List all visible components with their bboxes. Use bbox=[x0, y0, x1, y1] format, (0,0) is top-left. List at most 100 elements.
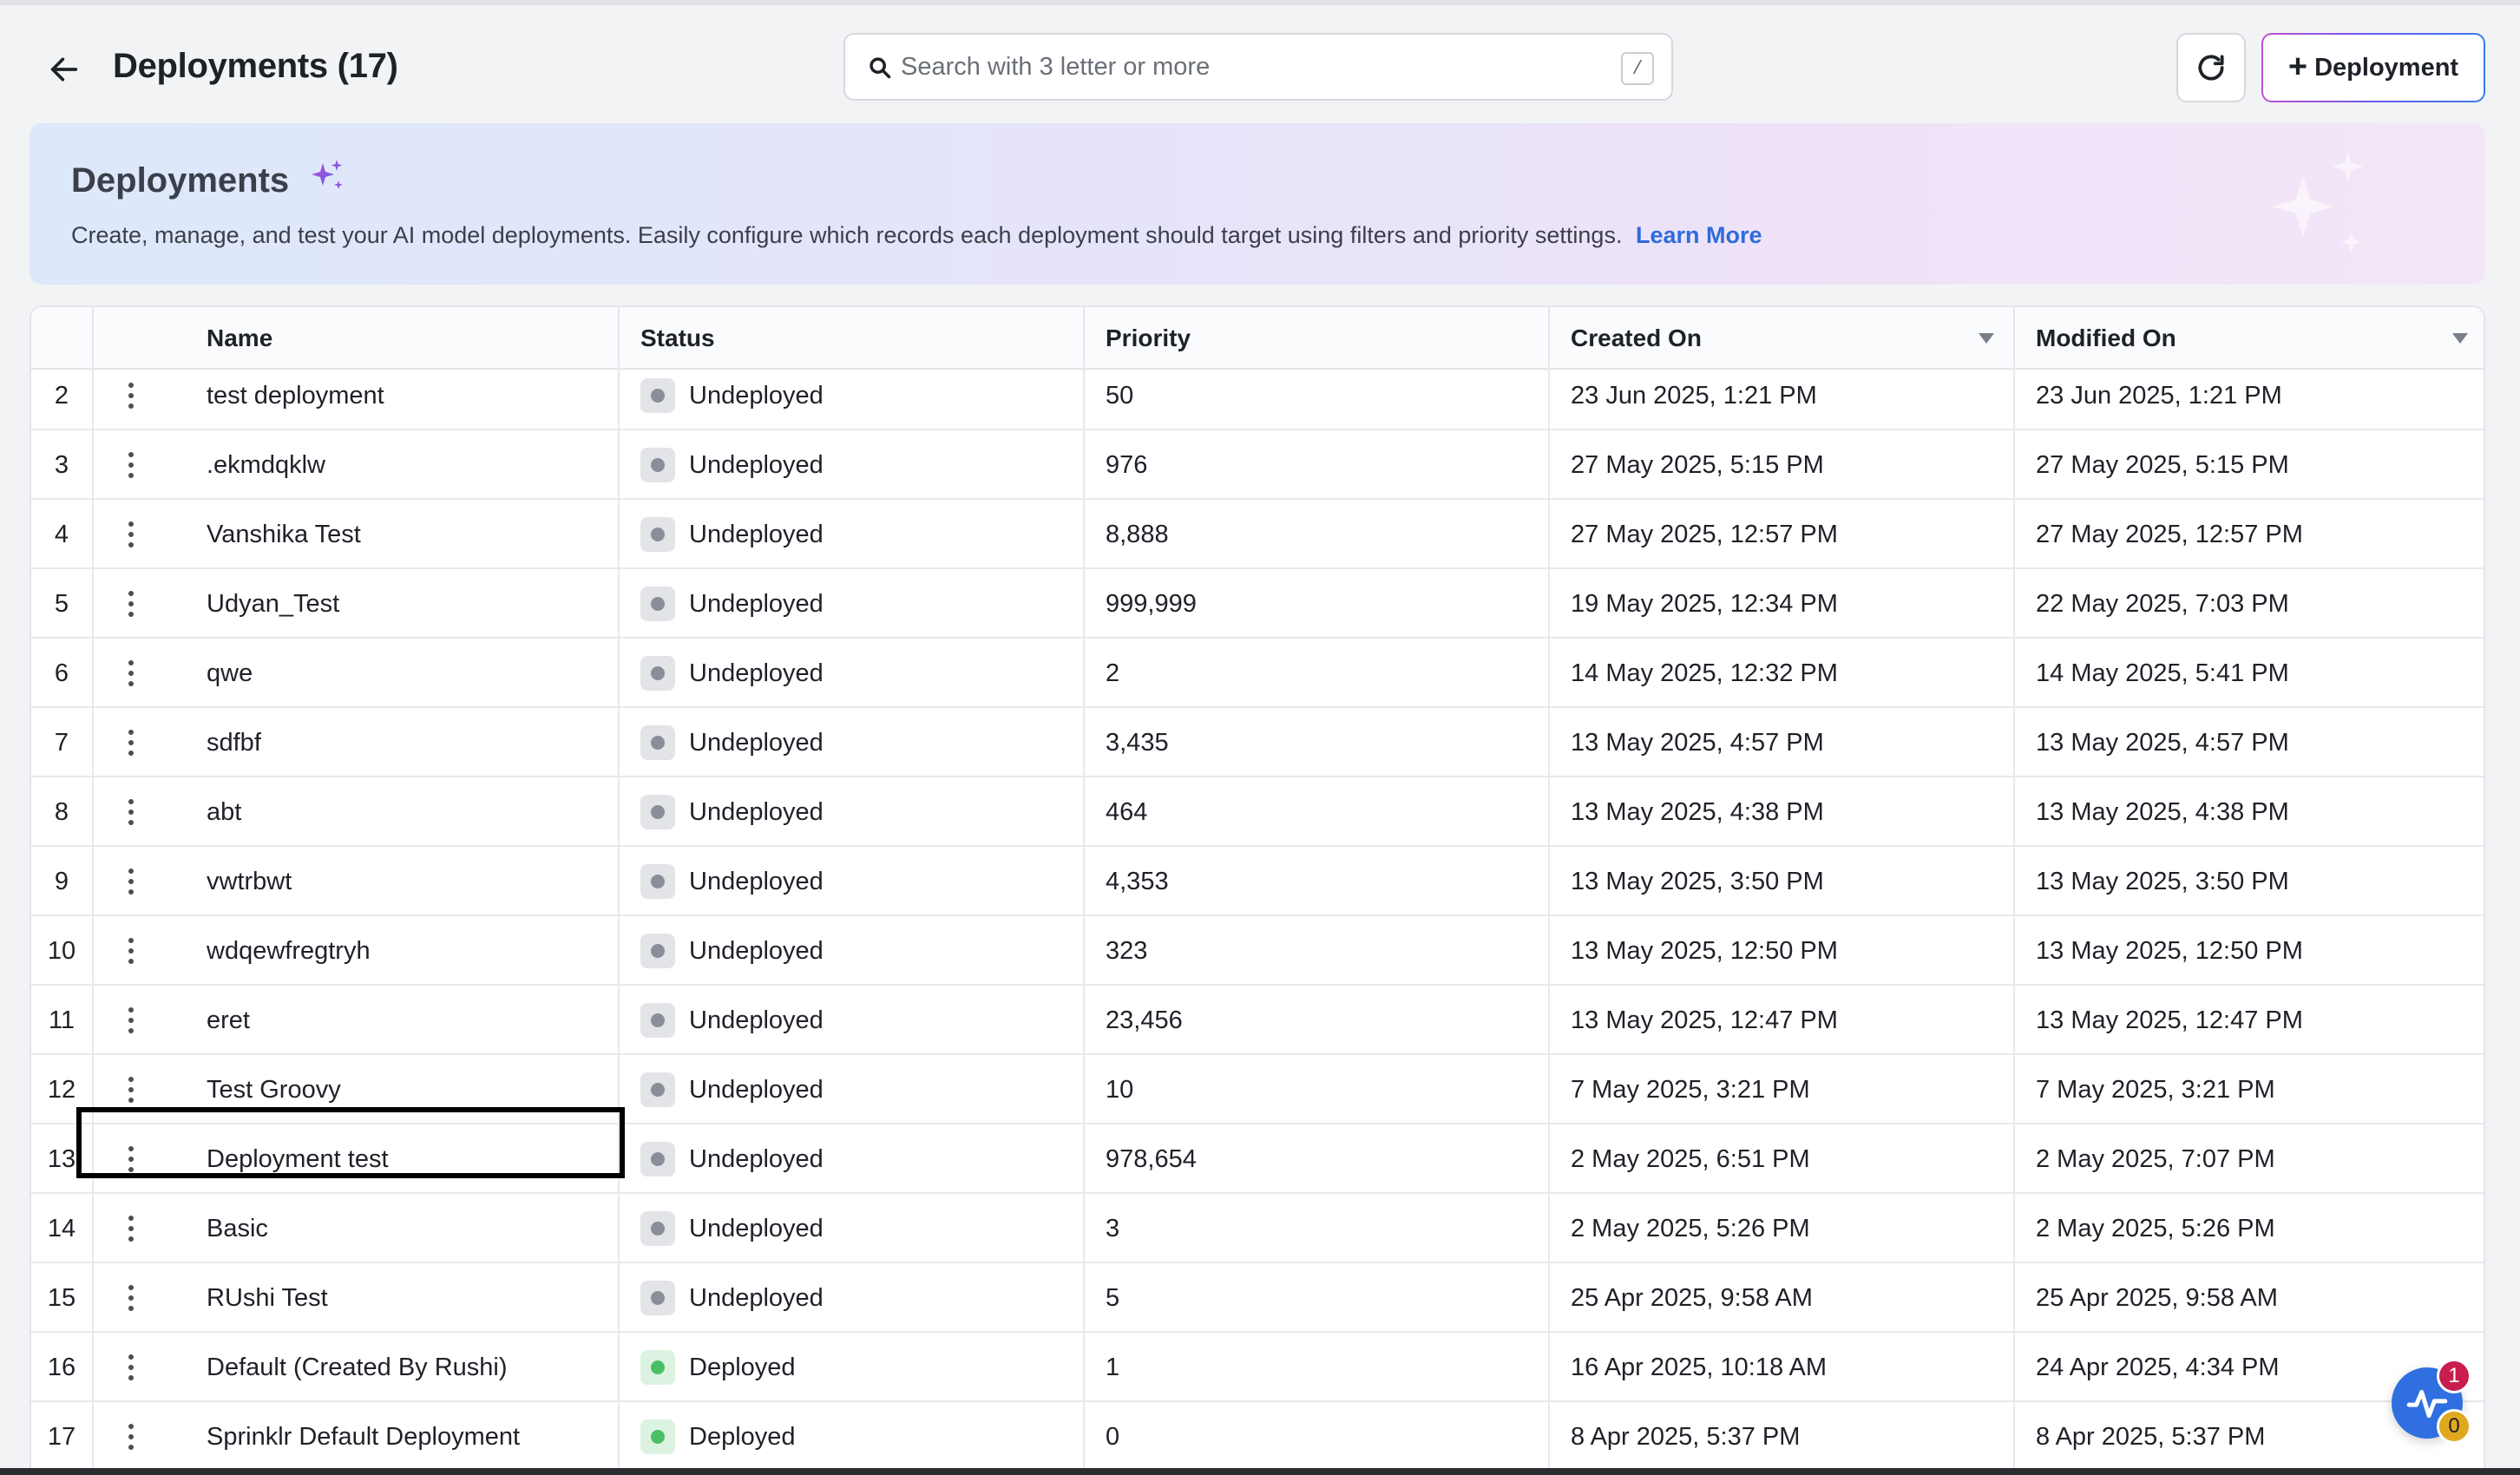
kebab-menu-icon[interactable] bbox=[121, 862, 141, 901]
table-row[interactable]: 12 Test Groovy Undeployed 10 7 May 2025, 3:2… bbox=[31, 1055, 2484, 1124]
kebab-menu-icon[interactable] bbox=[121, 584, 141, 624]
row-status: Undeployed bbox=[620, 361, 1085, 430]
row-name[interactable]: Test Groovy bbox=[168, 1055, 620, 1124]
page-header: Deployments (17) / + Deployment bbox=[0, 5, 2520, 121]
row-modified-on: 23 Jun 2025, 1:21 PM bbox=[2036, 381, 2282, 410]
row-actions-cell bbox=[94, 1402, 168, 1472]
row-actions-cell bbox=[94, 569, 168, 639]
row-index: 6 bbox=[31, 639, 94, 708]
row-name[interactable]: qwe bbox=[168, 639, 620, 708]
status-dot-icon bbox=[640, 1419, 675, 1454]
table-row[interactable]: 13 Deployment test Undeployed 978,654 2 May … bbox=[31, 1124, 2484, 1194]
add-deployment-button[interactable]: + Deployment bbox=[2261, 33, 2485, 102]
row-name[interactable]: Vanshika Test bbox=[168, 500, 620, 569]
status-label: Undeployed bbox=[689, 450, 824, 479]
row-actions-cell bbox=[94, 777, 168, 847]
row-name[interactable]: Udyan_Test bbox=[168, 569, 620, 639]
kebab-menu-icon[interactable] bbox=[121, 1417, 141, 1457]
row-priority: 50 bbox=[1085, 361, 1550, 430]
kebab-menu-icon[interactable] bbox=[121, 1347, 141, 1387]
kebab-menu-icon[interactable] bbox=[121, 376, 141, 416]
kebab-menu-icon[interactable] bbox=[121, 792, 141, 832]
row-modified-on: 2 May 2025, 7:07 PM bbox=[2036, 1144, 2275, 1173]
row-name[interactable]: Basic bbox=[168, 1194, 620, 1263]
status-label: Undeployed bbox=[689, 1144, 824, 1173]
refresh-button[interactable] bbox=[2176, 33, 2246, 102]
row-status: Undeployed bbox=[620, 1124, 1085, 1194]
row-name[interactable]: sdfbf bbox=[168, 708, 620, 777]
table-row[interactable]: 17 Sprinklr Default Deployment Deployed 0 8 … bbox=[31, 1402, 2484, 1472]
status-dot-icon bbox=[640, 795, 675, 829]
caret-down-icon[interactable] bbox=[1977, 331, 1996, 345]
row-created-on: 13 May 2025, 12:47 PM bbox=[1550, 986, 2015, 1055]
row-name[interactable]: abt bbox=[168, 777, 620, 847]
row-actions-cell bbox=[94, 1263, 168, 1333]
table-row[interactable]: 4 Vanshika Test Undeployed 8,888 27 May 2025… bbox=[31, 500, 2484, 569]
row-name[interactable]: RUshi Test bbox=[168, 1263, 620, 1333]
row-status: Undeployed bbox=[620, 777, 1085, 847]
table-row[interactable]: 7 sdfbf Undeployed 3,435 13 May 2025, 4:57 P… bbox=[31, 708, 2484, 777]
back-button[interactable] bbox=[40, 45, 89, 94]
kebab-menu-icon[interactable] bbox=[121, 1139, 141, 1179]
row-status: Undeployed bbox=[620, 708, 1085, 777]
row-index: 11 bbox=[31, 986, 94, 1055]
row-created-on: 13 May 2025, 4:38 PM bbox=[1550, 777, 2015, 847]
status-dot-icon bbox=[640, 1281, 675, 1315]
row-name[interactable]: test deployment bbox=[168, 361, 620, 430]
table-row[interactable]: 16 Default (Created By Rushi) Deployed 1 16 … bbox=[31, 1333, 2484, 1402]
banner-description: Create, manage, and test your AI model d… bbox=[71, 222, 1762, 249]
row-name[interactable]: Default (Created By Rushi) bbox=[168, 1333, 620, 1402]
row-modified-on: 7 May 2025, 3:21 PM bbox=[2036, 1075, 2275, 1104]
kebab-menu-icon[interactable] bbox=[121, 1209, 141, 1249]
table-row[interactable]: 5 Udyan_Test Undeployed 999,999 19 May 2025,… bbox=[31, 569, 2484, 639]
kebab-menu-icon[interactable] bbox=[121, 1278, 141, 1318]
row-status: Undeployed bbox=[620, 847, 1085, 916]
kebab-menu-icon[interactable] bbox=[121, 445, 141, 485]
row-index: 10 bbox=[31, 916, 94, 986]
kebab-menu-icon[interactable] bbox=[121, 723, 141, 763]
table-row[interactable]: 3 .ekmdqklw Undeployed 976 27 May 2025, 5:15… bbox=[31, 430, 2484, 500]
status-label: Undeployed bbox=[689, 659, 824, 687]
row-priority: 1 bbox=[1085, 1333, 1550, 1402]
row-status: Undeployed bbox=[620, 1263, 1085, 1333]
row-created-on: 16 Apr 2025, 10:18 AM bbox=[1550, 1333, 2015, 1402]
row-actions-cell bbox=[94, 361, 168, 430]
row-status: Undeployed bbox=[620, 1194, 1085, 1263]
row-name[interactable]: wdqewfregtryh bbox=[168, 916, 620, 986]
table-row[interactable]: 2 test deployment Undeployed 50 23 Jun 2025,… bbox=[31, 361, 2484, 430]
row-priority: 976 bbox=[1085, 430, 1550, 500]
row-actions-cell bbox=[94, 430, 168, 500]
row-index: 14 bbox=[31, 1194, 94, 1263]
row-name[interactable]: eret bbox=[168, 986, 620, 1055]
table-row[interactable]: 11 eret Undeployed 23,456 13 May 2025, 12:47… bbox=[31, 986, 2484, 1055]
row-priority: 2 bbox=[1085, 639, 1550, 708]
kebab-menu-icon[interactable] bbox=[121, 515, 141, 554]
kebab-menu-icon[interactable] bbox=[121, 931, 141, 971]
search-box[interactable]: / bbox=[843, 33, 1673, 101]
row-name[interactable]: .ekmdqklw bbox=[168, 430, 620, 500]
row-modified-on: 13 May 2025, 12:50 PM bbox=[2036, 936, 2303, 965]
row-name[interactable]: Deployment test bbox=[168, 1124, 620, 1194]
row-status: Undeployed bbox=[620, 430, 1085, 500]
table-row[interactable]: 6 qwe Undeployed 2 14 May 2025, 12:32 PM 14 M… bbox=[31, 639, 2484, 708]
learn-more-link[interactable]: Learn More bbox=[1636, 222, 1762, 248]
kebab-menu-icon[interactable] bbox=[121, 1000, 141, 1040]
row-index: 2 bbox=[31, 361, 94, 430]
kebab-menu-icon[interactable] bbox=[121, 653, 141, 693]
table-row[interactable]: 8 abt Undeployed 464 13 May 2025, 4:38 PM 13 … bbox=[31, 777, 2484, 847]
status-dot-icon bbox=[640, 1211, 675, 1246]
table-row[interactable]: 14 Basic Undeployed 3 2 May 2025, 5:26 PM 2 M… bbox=[31, 1194, 2484, 1263]
status-dot-icon bbox=[640, 1142, 675, 1177]
column-header-created-label: Created On bbox=[1571, 324, 1702, 351]
row-name[interactable]: Sprinklr Default Deployment bbox=[168, 1402, 620, 1472]
row-priority: 8,888 bbox=[1085, 500, 1550, 569]
kebab-menu-icon[interactable] bbox=[121, 1070, 141, 1110]
table-row[interactable]: 15 RUshi Test Undeployed 5 25 Apr 2025, 9:58… bbox=[31, 1263, 2484, 1333]
search-input[interactable] bbox=[901, 49, 1578, 85]
notification-badge-yellow: 0 bbox=[2437, 1409, 2471, 1444]
row-actions-cell bbox=[94, 1124, 168, 1194]
row-name[interactable]: vwtrbwt bbox=[168, 847, 620, 916]
caret-down-icon[interactable] bbox=[2451, 331, 2470, 345]
table-row[interactable]: 10 wdqewfregtryh Undeployed 323 13 May 2025,… bbox=[31, 916, 2484, 986]
table-row[interactable]: 9 vwtrbwt Undeployed 4,353 13 May 2025, 3:50… bbox=[31, 847, 2484, 916]
